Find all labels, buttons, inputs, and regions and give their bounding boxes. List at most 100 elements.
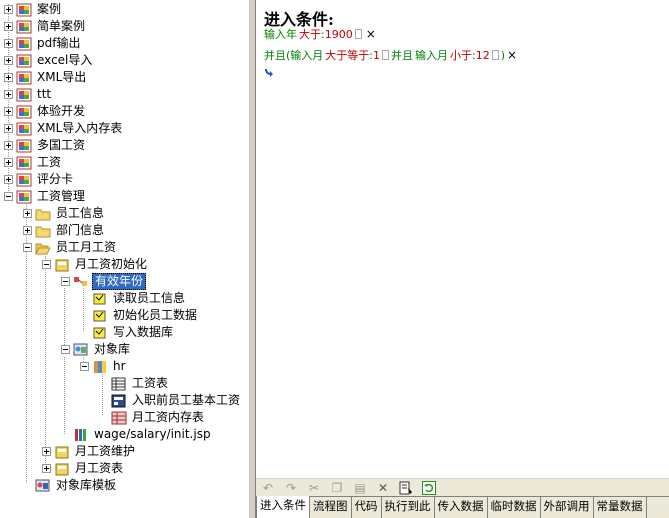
expand-toggle-icon[interactable] (4, 22, 13, 31)
collapse-toggle-icon[interactable] (42, 260, 51, 269)
condition-line-2[interactable]: 并且( 输入月 大于等于 : 1 并且 输入月 小于 : 12 ) × (264, 47, 517, 63)
copy-icon[interactable]: ❐ (329, 480, 345, 496)
tree-item-label[interactable]: ttt (35, 87, 53, 102)
expand-toggle-icon[interactable] (4, 73, 13, 82)
expand-toggle-icon[interactable] (23, 209, 32, 218)
cond1-operator[interactable]: 大于 (299, 26, 321, 42)
expand-toggle-icon[interactable] (4, 39, 13, 48)
tree-item[interactable]: pdf输出 (4, 35, 82, 52)
tree-item-label[interactable]: 部门信息 (54, 223, 106, 238)
tree-item-label[interactable]: 简单案例 (35, 19, 87, 34)
project-tree[interactable]: 案例 简单案例 pdf输出 excel导入 XML导出 ttt 体验开发 XML导入内存表 多国… (0, 0, 248, 518)
tree-item[interactable]: excel导入 (4, 52, 94, 69)
cond1-field[interactable]: 输入年 (264, 26, 297, 42)
expand-toggle-icon[interactable] (42, 464, 51, 473)
tree-item[interactable]: 员工信息 (23, 205, 106, 222)
cond2-operator-b[interactable]: 小于 (450, 47, 472, 63)
cond2-value-b[interactable]: 12 (476, 49, 490, 62)
tree-item-label[interactable]: 多国工资 (35, 138, 87, 153)
cond1-delete-icon[interactable]: × (366, 27, 376, 41)
tree-item[interactable]: 月工资初始化 (42, 256, 149, 273)
tree-item[interactable]: 月工资表 (42, 460, 125, 477)
tree-item-label[interactable]: 员工月工资 (54, 240, 118, 255)
add-condition-arrow-icon[interactable] (264, 68, 274, 78)
expand-toggle-icon[interactable] (4, 158, 13, 167)
tree-item-label[interactable]: 员工信息 (54, 206, 106, 221)
tree-item[interactable]: 评分卡 (4, 171, 75, 188)
tab-item[interactable]: 临时数据 (487, 497, 541, 518)
expand-toggle-icon[interactable] (23, 226, 32, 235)
cond2-value-a[interactable]: 1 (373, 49, 380, 62)
expand-toggle-icon[interactable] (42, 447, 51, 456)
tree-item-label[interactable]: 工资管理 (35, 189, 87, 204)
cond2-and[interactable]: 并且 (391, 47, 413, 63)
tab-item[interactable]: 进入条件 (256, 496, 310, 518)
tree-item[interactable]: XML导出 (4, 69, 88, 86)
cond2-value-a-box[interactable] (382, 50, 390, 60)
tree-item[interactable]: 体验开发 (4, 103, 87, 120)
cut-icon[interactable]: ✂ (306, 480, 322, 496)
tree-item-label[interactable]: 入职前员工基本工资 (130, 393, 242, 408)
tree-item[interactable]: 员工月工资 (23, 239, 118, 256)
tree-item[interactable]: 月工资内存表 (99, 409, 206, 426)
tree-item[interactable]: 案例 (4, 1, 63, 18)
cond2-operator-a[interactable]: 大于等于 (325, 47, 369, 63)
tree-item[interactable]: 部门信息 (23, 222, 106, 239)
tree-item-label[interactable]: 写入数据库 (111, 325, 175, 340)
tree-item[interactable]: 简单案例 (4, 18, 87, 35)
tree-item[interactable]: 对象库 (61, 341, 132, 358)
tab-item[interactable]: 执行到此 (381, 497, 435, 518)
collapse-toggle-icon[interactable] (80, 362, 89, 371)
condition-line-1[interactable]: 输入年 大于 : 1900 × (264, 26, 376, 42)
tree-item[interactable]: XML导入内存表 (4, 120, 124, 137)
tree-item-label[interactable]: hr (111, 359, 128, 374)
cond2-field-b[interactable]: 输入月 (415, 47, 448, 63)
tree-item[interactable]: 工资表 (99, 375, 170, 392)
tree-item[interactable]: 工资 (4, 154, 63, 171)
expand-toggle-icon[interactable] (4, 56, 13, 65)
tree-item[interactable]: ttt (4, 86, 53, 103)
collapse-toggle-icon[interactable] (4, 192, 13, 201)
tree-item[interactable]: 月工资维护 (42, 443, 137, 460)
tree-item-label[interactable]: XML导入内存表 (35, 121, 124, 136)
tree-item[interactable]: 写入数据库 (80, 324, 175, 341)
tab-item[interactable]: 流程图 (310, 497, 352, 518)
tree-item[interactable]: 对象库模板 (23, 477, 118, 494)
tree-item-label[interactable]: 月工资维护 (73, 444, 137, 459)
tree-item[interactable]: 工资管理 (4, 188, 87, 205)
collapse-toggle-icon[interactable] (23, 243, 32, 252)
expand-toggle-icon[interactable] (4, 5, 13, 14)
properties-icon[interactable] (398, 480, 414, 496)
tree-item-label[interactable]: excel导入 (35, 53, 94, 68)
refresh-icon[interactable] (421, 480, 437, 496)
tree-item-label[interactable]: 工资表 (130, 376, 170, 391)
expand-toggle-icon[interactable] (4, 124, 13, 133)
expand-toggle-icon[interactable] (4, 141, 13, 150)
expand-toggle-icon[interactable] (4, 175, 13, 184)
cond2-value-b-box[interactable] (491, 50, 499, 60)
redo-icon[interactable]: ↷ (283, 480, 299, 496)
tree-item-label[interactable]: wage/salary/init.jsp (92, 427, 213, 442)
tree-item-label[interactable]: 月工资内存表 (130, 410, 206, 425)
tree-item-label[interactable]: 有效年份 (92, 273, 147, 290)
tree-item-label[interactable]: 评分卡 (35, 172, 75, 187)
tree-item[interactable]: 入职前员工基本工资 (99, 392, 242, 409)
tree-item-label[interactable]: XML导出 (35, 70, 88, 85)
paste-icon[interactable]: ▤ (352, 480, 368, 496)
tree-item[interactable]: 初始化员工数据 (80, 307, 199, 324)
tree-item-label[interactable]: 读取员工信息 (111, 291, 187, 306)
tree-item-label[interactable]: 对象库 (92, 342, 132, 357)
cond2-field-a[interactable]: 输入月 (290, 47, 323, 63)
pane-splitter[interactable] (248, 0, 256, 518)
tree-item-label[interactable]: 初始化员工数据 (111, 308, 199, 323)
tree-item-label[interactable]: pdf输出 (35, 36, 82, 51)
undo-icon[interactable]: ↶ (260, 480, 276, 496)
tree-item-label[interactable]: 工资 (35, 155, 63, 170)
collapse-toggle-icon[interactable] (61, 277, 70, 286)
tree-item-label[interactable]: 月工资初始化 (73, 257, 149, 272)
cond1-value[interactable]: 1900 (325, 28, 353, 41)
expand-toggle-icon[interactable] (4, 107, 13, 116)
tab-item[interactable]: 外部调用 (540, 497, 594, 518)
tab-item[interactable]: 常量数据 (593, 497, 647, 518)
cond2-delete-icon[interactable]: × (507, 48, 517, 62)
